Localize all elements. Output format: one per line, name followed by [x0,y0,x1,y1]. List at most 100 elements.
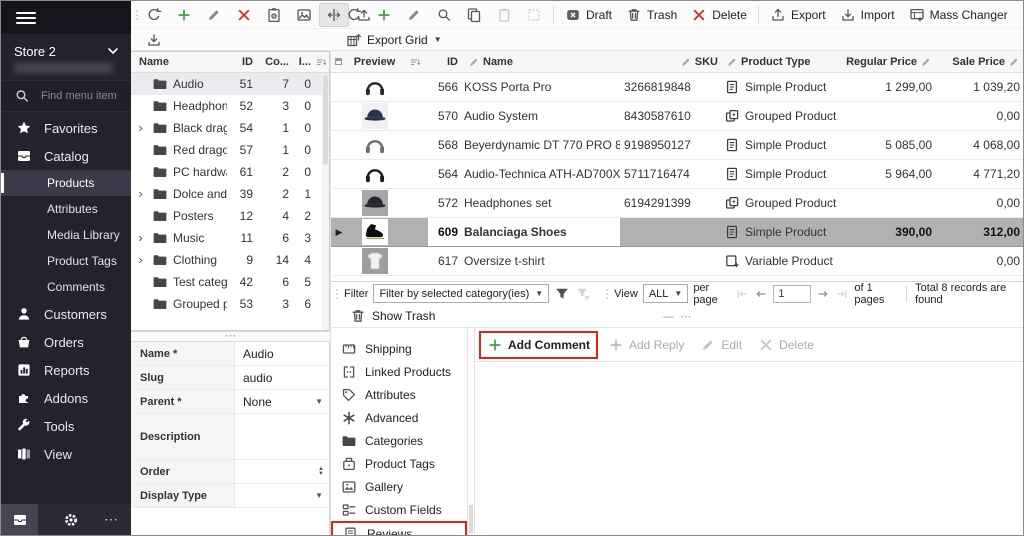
paste-button[interactable] [489,3,519,27]
product-row-568[interactable]: 568Beyerdynamic DT 770 PRO 80 C919895012… [331,131,1023,160]
filter-drag-handle[interactable]: ⋮ [331,289,339,299]
delete-button[interactable] [229,3,259,27]
edit-button[interactable] [199,3,229,27]
paste-special-button[interactable] [519,3,549,27]
catalog-mode-button[interactable] [1,504,38,535]
tab-linked-products[interactable]: Linked Products [331,360,467,383]
previous-page-button[interactable] [754,287,768,301]
add-comment-button[interactable]: Add Comment [479,331,598,359]
product-row-564[interactable]: 564Audio-Technica ATH-AD700X A5711716474… [331,160,1023,189]
col-product-type[interactable]: Product Type [724,56,846,68]
download-button[interactable] [139,28,169,52]
refresh-button[interactable] [139,3,169,27]
product-row-609[interactable]: ▶609Balanciaga ShoesSimple Product390,00… [331,218,1023,247]
add-reply-button[interactable]: Add Reply [602,333,690,357]
category-row-grouped-product[interactable]: Grouped product5336 [131,293,329,315]
horizontal-splitter[interactable]: ⋯ [131,331,330,342]
form-field-name-[interactable]: Audio [235,342,329,365]
category-row-dolce-and-caban[interactable]: Dolce and Caban3921 [131,183,329,205]
sidebar-item-favorites[interactable]: Favorites [1,114,131,142]
category-row-posters[interactable]: Posters1242 [131,205,329,227]
last-page-button[interactable] [835,287,849,301]
form-field-slug[interactable]: audio [235,366,329,389]
tab-gallery[interactable]: Gallery [331,475,467,498]
draft-button[interactable]: Draft [558,3,619,27]
expand-chevron-icon[interactable] [135,255,147,266]
category-row-clothing[interactable]: Clothing9144 [131,249,329,271]
export-button[interactable]: Export [763,3,833,27]
tab-product-tags[interactable]: Product Tags [331,452,467,475]
show-trash-label[interactable]: Show Trash [372,309,435,323]
sidebar-item-comments[interactable]: Comments [1,274,131,300]
first-page-button[interactable] [735,287,749,301]
delete-comment-button[interactable]: Delete [752,333,820,357]
col-regular-price[interactable]: Regular Price [846,56,938,68]
spinner-arrows-icon[interactable]: ▲▼ [318,467,324,477]
sidebar-item-media-library[interactable]: Media Library [1,222,131,248]
sidebar-item-tools[interactable]: Tools [1,412,131,440]
apply-filter-icon[interactable] [554,286,570,302]
more-options-button[interactable]: ⋯ [104,511,119,528]
page-size-select[interactable]: ALL ▼ [643,284,689,303]
product-row-617[interactable]: 617Oversize t-shirtVariable Product0,000 [331,247,1023,276]
tree-scrollbar[interactable] [322,74,329,330]
tree-col-count[interactable]: Co... [257,56,293,68]
expand-chevron-icon[interactable] [135,123,147,134]
addons-button[interactable]: Addons▼ [1015,3,1024,27]
tree-col-name[interactable]: Name [131,56,227,68]
store-selector[interactable]: Store 2 [1,34,131,60]
product-row-566[interactable]: 566KOSS Porta Pro3266819848Simple Produc… [331,73,1023,102]
tree-col-extra[interactable]: I... [293,56,315,68]
col-name[interactable]: Name [464,56,620,68]
category-row-headphones[interactable]: Headphones5230 [131,95,329,117]
tab-attributes[interactable]: Attributes [331,383,467,406]
tabs-scrollbar[interactable] [467,328,475,535]
next-page-button[interactable] [816,287,830,301]
category-row-red-dragons[interactable]: Red dragons5710 [131,139,329,161]
sidebar-item-orders[interactable]: Orders [1,328,131,356]
expand-chevron-icon[interactable] [135,233,147,244]
toolbar-drag-handle[interactable]: ⋮ [131,10,139,20]
tab-reviews[interactable]: Reviews [331,521,467,535]
sidebar-item-products[interactable]: Products [1,170,131,196]
filter-select[interactable]: Filter by selected category(ies) ▼ [373,284,549,303]
product-row-572[interactable]: 572Headphones set6194291399Grouped Produ… [331,189,1023,218]
detail-splitter-handle[interactable]: — ⋯ [663,310,691,323]
tree-sort-button[interactable] [315,56,329,68]
edit-comment-button[interactable]: Edit [694,333,748,357]
form-field-description[interactable] [235,414,329,459]
mass-changer-button[interactable]: Mass Changer [902,3,1015,27]
tab-categories[interactable]: Categories [331,429,467,452]
col-preview[interactable]: Preview [347,56,402,68]
trash-button[interactable]: Trash [619,3,684,27]
search-button[interactable] [429,3,459,27]
col-sort-button[interactable] [402,56,428,68]
category-row-pc-hardware[interactable]: PC hardware6120 [131,161,329,183]
category-row-audio[interactable]: Audio5170 [131,73,329,95]
col-id[interactable]: ID [428,56,464,68]
tab-shipping[interactable]: Shipping [331,337,467,360]
form-field-order[interactable]: ▲▼ [235,460,329,483]
settings-button[interactable] [52,504,89,535]
sidebar-item-product-tags[interactable]: Product Tags [1,248,131,274]
col-sku[interactable]: SKU [620,56,724,68]
add-button[interactable] [369,3,399,27]
sidebar-item-customers[interactable]: Customers [1,300,131,328]
sidebar-item-attributes[interactable]: Attributes [1,196,131,222]
menu-search-input[interactable] [39,89,125,103]
product-row-570[interactable]: 570Audio System8430587610Grouped Product… [331,102,1023,131]
import-button[interactable]: Import [833,3,902,27]
pagination-drag-handle[interactable]: ⋮ [601,289,609,299]
category-row-black-dragons[interactable]: Black dragons5410 [131,117,329,139]
col-sale-price[interactable]: Sale Price [938,56,1023,68]
category-row-test-category[interactable]: Test category4265 [131,271,329,293]
sidebar-item-catalog[interactable]: Catalog [1,142,131,170]
hamburger-menu-icon[interactable] [16,9,36,27]
form-field-display-type[interactable]: ▼ [235,484,329,507]
sidebar-item-view[interactable]: View [1,440,131,468]
form-field-parent-[interactable]: None▼ [235,390,329,413]
add-button[interactable] [169,3,199,27]
tab-custom-fields[interactable]: Custom Fields [331,498,467,521]
tab-advanced[interactable]: Advanced [331,406,467,429]
preview-button[interactable] [259,3,289,27]
